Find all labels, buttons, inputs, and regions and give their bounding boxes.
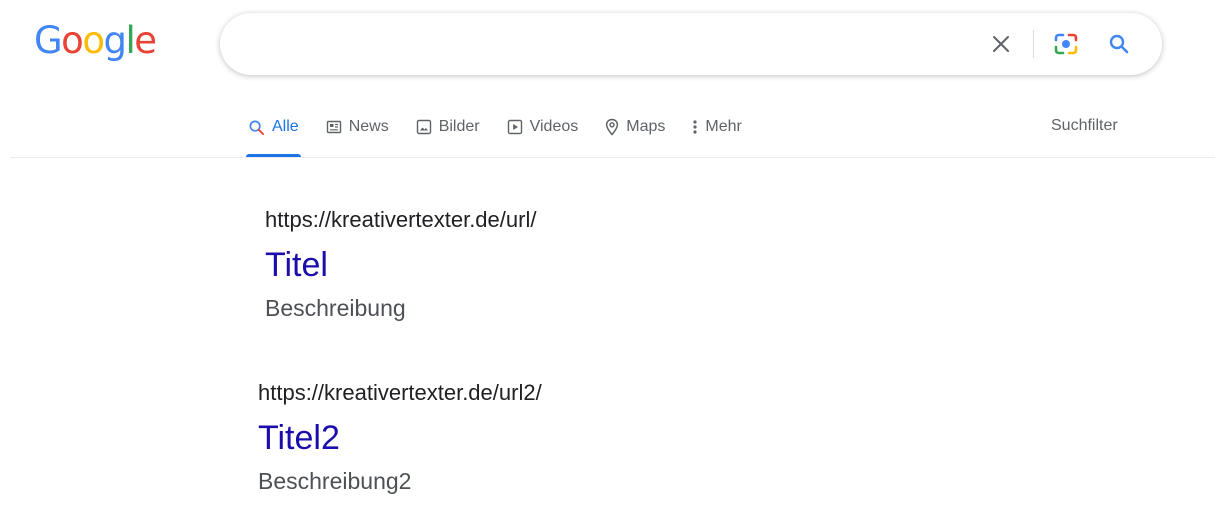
search-filter-button[interactable]: Suchfilter [1051, 117, 1118, 135]
tab-mehr[interactable]: Mehr [692, 110, 742, 144]
news-icon [326, 120, 341, 134]
search-box-divider [1033, 30, 1034, 58]
logo-letter-0: G [34, 19, 63, 62]
search-button[interactable] [1103, 28, 1135, 60]
logo-letter-3: g [103, 19, 127, 62]
logo-letter-4: l [125, 19, 135, 62]
search-result: https://kreativertexter.de/url/ Titel Be… [265, 207, 536, 322]
result-title-link[interactable]: Titel2 [258, 419, 542, 458]
map-pin-icon [606, 118, 619, 136]
tab-news[interactable]: News [326, 110, 389, 144]
tab-label: Maps [626, 118, 666, 135]
tab-videos[interactable]: Videos [507, 110, 579, 144]
tab-alle[interactable]: Alle [246, 110, 301, 157]
search-result: https://kreativertexter.de/url2/ Titel2 … [258, 380, 542, 495]
result-title-link[interactable]: Titel [265, 246, 536, 285]
more-vert-icon [693, 120, 697, 134]
tab-label: News [348, 118, 389, 135]
tab-maps[interactable]: Maps [605, 110, 665, 144]
result-url[interactable]: https://kreativertexter.de/url2/ [258, 380, 542, 406]
search-by-image-button[interactable] [1050, 28, 1082, 60]
result-description: Beschreibung2 [258, 468, 412, 494]
logo-letter-2: o [82, 19, 105, 62]
search-input[interactable] [244, 27, 964, 61]
tab-bilder[interactable]: Bilder [416, 110, 480, 144]
logo-letter-1: o [61, 19, 84, 62]
logo-letter-5: e [134, 19, 157, 62]
tab-label: Mehr [705, 118, 742, 135]
camera-lens-icon [1054, 33, 1078, 55]
tab-label: Alle [272, 118, 299, 135]
result-description: Beschreibung [265, 295, 406, 321]
search-tabs: Alle News Bilder Videos Maps Mehr [246, 110, 769, 158]
tab-label: Videos [529, 118, 579, 135]
search-icon [249, 120, 265, 135]
image-icon [416, 119, 431, 135]
search-box [220, 13, 1162, 75]
search-icon [1109, 34, 1129, 54]
tab-label: Bilder [438, 118, 480, 135]
close-icon [993, 36, 1009, 52]
header-divider [10, 157, 1215, 158]
clear-button[interactable] [985, 28, 1017, 60]
result-url[interactable]: https://kreativertexter.de/url/ [265, 207, 536, 233]
search-results-page: Google Alle News Bilder Videos Maps Mehr… [0, 0, 1215, 520]
video-icon [507, 119, 522, 135]
google-logo[interactable]: Google [34, 19, 157, 62]
